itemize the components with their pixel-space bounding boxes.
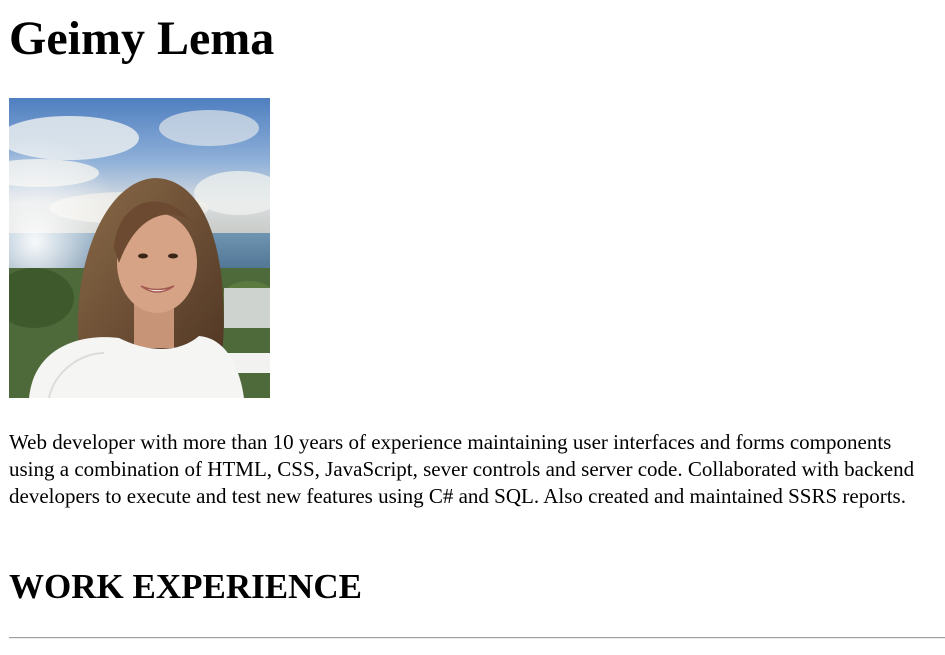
profile-photo [9,98,270,398]
work-experience-heading: WORK EXPERIENCE [9,567,362,606]
bio-paragraph: Web developer with more than 10 years of… [9,430,915,508]
section-divider [9,637,945,639]
page-title: Geimy Lema [9,12,275,65]
portrait-image [9,98,270,398]
